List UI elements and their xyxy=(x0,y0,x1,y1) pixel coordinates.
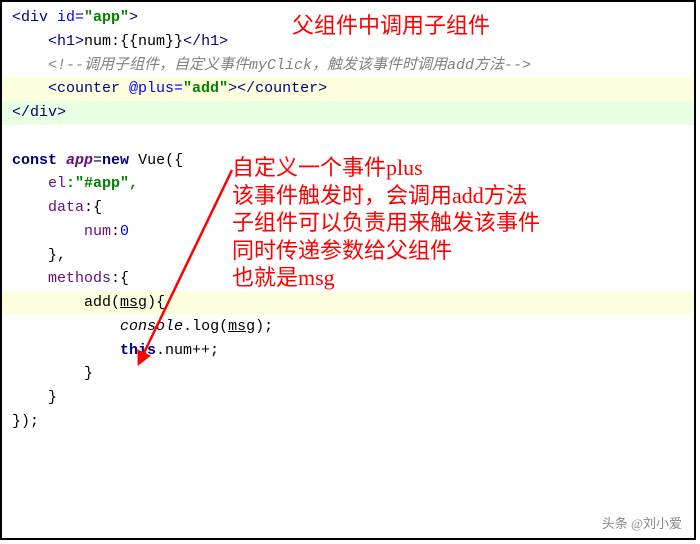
code-line: } xyxy=(2,386,694,410)
js-number: 0 xyxy=(120,223,129,240)
code-line-highlighted: add(msg){ xyxy=(2,291,694,315)
js-func: add xyxy=(84,294,111,311)
code-line-highlighted: <counter @plus="add"></counter> xyxy=(2,77,694,101)
js-prop: data xyxy=(48,199,84,216)
code-line: <!--调用子组件，自定义事件myClick，触发该事件时调用add方法--> xyxy=(2,54,694,78)
html-tag: <h1> xyxy=(48,33,84,50)
footer-watermark: 头条 @刘小爱 xyxy=(602,513,682,532)
attr-value: "app" xyxy=(84,9,129,26)
html-attr: id= xyxy=(57,9,84,26)
code-line: <h1>num:{{num}}</h1> xyxy=(2,30,694,54)
html-tag: ></counter> xyxy=(228,80,327,97)
js-prop: num xyxy=(84,223,111,240)
code-editor-pane: <div id="app"> <h1>num:{{num}}</h1> <!--… xyxy=(0,0,696,540)
attr-value: "add" xyxy=(183,80,228,97)
html-tag: </div> xyxy=(12,104,66,121)
code-line: <div id="app"> xyxy=(2,6,694,30)
js-console: console xyxy=(120,318,183,335)
js-this: this xyxy=(120,342,156,359)
code-line: } xyxy=(2,362,694,386)
html-attr: @plus= xyxy=(129,80,183,97)
js-prop: methods xyxy=(48,270,111,287)
code-line: const app=new Vue({ xyxy=(2,149,694,173)
html-tag: > xyxy=(129,9,138,26)
code-line: }); xyxy=(2,410,694,434)
code-line: methods:{ xyxy=(2,267,694,291)
js-keyword: const xyxy=(12,152,66,169)
code-line: num:0 xyxy=(2,220,694,244)
code-line: data:{ xyxy=(2,196,694,220)
code-line-blank xyxy=(2,125,694,149)
code-line: }, xyxy=(2,244,694,268)
js-var: app xyxy=(66,152,93,169)
html-comment: <!--调用子组件，自定义事件myClick，触发该事件时调用add方法--> xyxy=(48,57,531,74)
js-call: Vue({ xyxy=(138,152,183,169)
js-keyword: new xyxy=(102,152,138,169)
code-line-highlighted: </div> xyxy=(2,101,694,125)
code-line: el:"#app", xyxy=(2,172,694,196)
html-tag: <div xyxy=(12,9,57,26)
js-param: msg xyxy=(120,294,147,311)
html-tag: </h1> xyxy=(183,33,228,50)
text-content: num:{{num}} xyxy=(84,33,183,50)
code-line: console.log(msg); xyxy=(2,315,694,339)
html-tag: <counter xyxy=(48,80,129,97)
js-param: msg xyxy=(228,318,255,335)
code-line: this.num++; xyxy=(2,339,694,363)
js-prop: el xyxy=(48,175,66,192)
js-string: :"#app", xyxy=(66,175,138,192)
